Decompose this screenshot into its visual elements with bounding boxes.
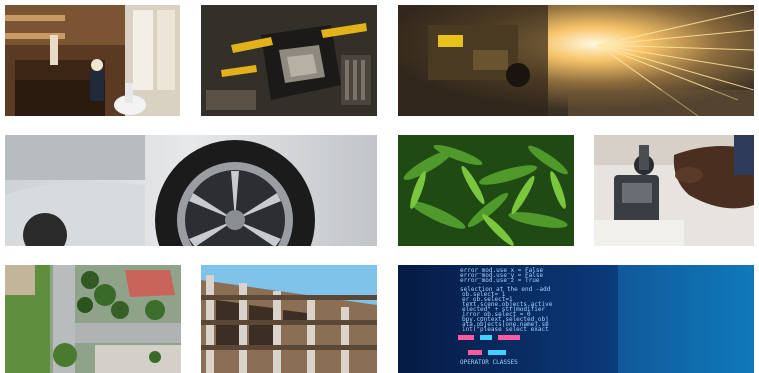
source-code-screen-photo-icon: error_mod.use_x = False error_mod.use_y … xyxy=(398,265,754,373)
circuit-board-photo-icon xyxy=(201,5,377,116)
building-construction-photo-icon xyxy=(201,265,377,373)
code-line: error_mod.use_z = True xyxy=(460,277,540,284)
car-wheel-photo-icon xyxy=(5,135,377,246)
code-line: OPERATOR CLASSES xyxy=(460,359,518,366)
cafe-photo-icon xyxy=(5,5,180,116)
code-line: int("please select exact xyxy=(462,326,549,333)
cannabis-plants-photo-icon xyxy=(398,135,574,246)
microscope-photo-icon xyxy=(594,135,754,246)
metal-grinding-sparks-photo-icon xyxy=(398,5,754,116)
aerial-neighborhood-photo-icon xyxy=(5,265,181,373)
code-lines: error_mod.use_x = False error_mod.use_y … xyxy=(460,267,640,333)
